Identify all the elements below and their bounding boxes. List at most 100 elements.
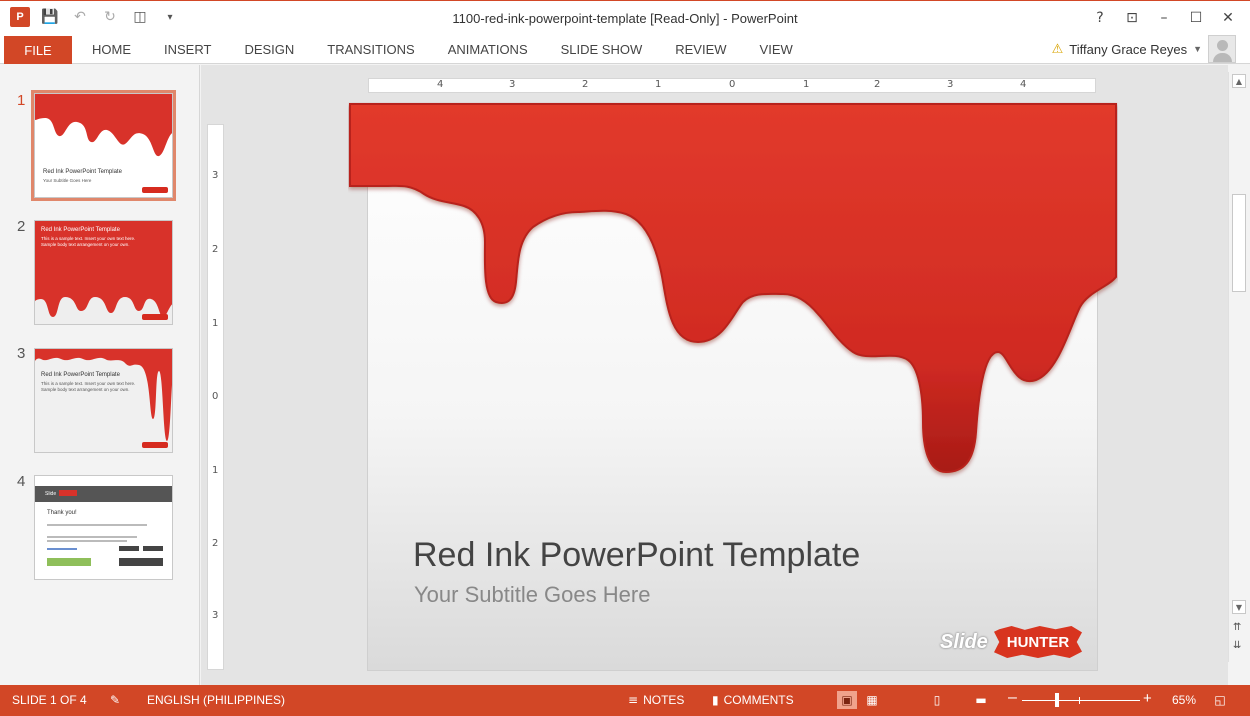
comment-icon: ▮	[712, 693, 719, 707]
ruler-label: 3	[509, 79, 516, 90]
current-slide[interactable]: Red Ink PowerPoint Template Your Subtitl…	[349, 103, 1117, 671]
window-title: 1100-red-ink-powerpoint-template [Read-O…	[452, 11, 798, 26]
tab-home[interactable]: HOME	[92, 42, 131, 57]
thumbnail-text-line	[47, 524, 147, 526]
user-name: Tiffany Grace Reyes	[1069, 41, 1188, 57]
scrollbar-thumb[interactable]	[1232, 194, 1246, 292]
vertical-ruler: 3 2 1 0 1 2 3	[207, 124, 224, 670]
ruler-label: 3	[212, 170, 219, 181]
zoom-level[interactable]: 65%	[1172, 693, 1196, 707]
thumbnail-slide-4[interactable]: Slide Thank you!	[34, 475, 173, 580]
slide-title[interactable]: Red Ink PowerPoint Template	[413, 536, 860, 575]
thumbnail-number: 1	[17, 92, 26, 109]
thumbnail-slide-1[interactable]: Red Ink PowerPoint Template Your Subtitl…	[31, 90, 176, 201]
tab-slide-show[interactable]: SLIDE SHOW	[561, 42, 643, 57]
user-account[interactable]: ⚠ Tiffany Grace Reyes ▼	[1052, 34, 1236, 64]
vertical-scrollbar[interactable]: ▲ ▼ ⇈ ⇊	[1228, 72, 1248, 662]
tab-transitions[interactable]: TRANSITIONS	[327, 42, 414, 57]
ruler-label: 4	[437, 79, 444, 90]
thumbnail-number: 2	[17, 218, 26, 235]
thumbnail-brand-logo	[59, 490, 77, 496]
avatar[interactable]	[1208, 35, 1236, 63]
ruler-label: 0	[212, 391, 219, 402]
ribbon: FILE HOME INSERT DESIGN TRANSITIONS ANIM…	[0, 34, 1250, 64]
thumbnail-body-line: Sample body text arrangement on your own…	[41, 242, 130, 247]
spell-check-icon[interactable]: ✎	[110, 693, 120, 707]
ruler-label: 2	[874, 79, 881, 90]
thumbnail-text-line	[47, 540, 127, 542]
notes-label: NOTES	[643, 693, 685, 707]
tab-file[interactable]: FILE	[4, 36, 72, 64]
ribbon-tabs: HOME INSERT DESIGN TRANSITIONS ANIMATION…	[92, 42, 826, 57]
ruler-label: 1	[655, 79, 662, 90]
zoom-slider-center-mark	[1079, 697, 1080, 704]
thumbnail-body-line: This is a sample text. Insert your own t…	[41, 381, 136, 386]
brand-hunter-badge: HUNTER	[994, 626, 1082, 658]
thumbnail-title: Red Ink PowerPoint Template	[43, 169, 122, 175]
warning-icon: ⚠	[1051, 41, 1064, 56]
thumbnail-body-line: This is a sample text. Insert your own t…	[41, 236, 136, 241]
slidehunter-logo: Slide HUNTER	[940, 624, 1088, 664]
close-button[interactable]: ✕	[1214, 6, 1242, 30]
help-button[interactable]: ?	[1086, 6, 1114, 30]
notes-button[interactable]: ≡ NOTES	[628, 693, 684, 707]
ink-drip-graphic	[35, 349, 172, 452]
previous-slide-icon[interactable]: ⇈	[1233, 622, 1241, 633]
thumbnail-title: Red Ink PowerPoint Template	[41, 372, 120, 378]
scroll-down-icon[interactable]: ▼	[1232, 600, 1246, 614]
title-bar: P 💾 ↶ ↻ ◫ ▾ 1100-red-ink-powerpoint-temp…	[0, 0, 1250, 34]
thumbnail-slide-3[interactable]: Red Ink PowerPoint Template This is a sa…	[34, 348, 173, 453]
tab-design[interactable]: DESIGN	[244, 42, 294, 57]
thumbnail-slide-2[interactable]: Red Ink PowerPoint Template This is a sa…	[34, 220, 173, 325]
ruler-label: 2	[582, 79, 589, 90]
ruler-label: 3	[947, 79, 954, 90]
zoom-in-button[interactable]: +	[1143, 690, 1152, 707]
thumbnail-subtitle: Your Subtitle Goes Here	[43, 178, 92, 183]
maximize-button[interactable]: ☐	[1182, 6, 1210, 30]
tab-insert[interactable]: INSERT	[164, 42, 211, 57]
thumbnail-text-line	[47, 536, 137, 538]
normal-view-icon[interactable]: ▣	[837, 691, 857, 709]
ruler-label: 1	[803, 79, 810, 90]
ruler-label: 1	[212, 465, 219, 476]
slide-counter: SLIDE 1 OF 4	[12, 693, 87, 707]
status-bar: SLIDE 1 OF 4 ✎ ENGLISH (PHILIPPINES) ≡ N…	[0, 685, 1250, 716]
zoom-out-button[interactable]: –	[1008, 689, 1017, 707]
minimize-button[interactable]: –	[1150, 6, 1178, 30]
scroll-up-icon[interactable]: ▲	[1232, 74, 1246, 88]
ruler-label: 4	[1020, 79, 1027, 90]
thumbnail-brand-logo	[142, 314, 168, 320]
chevron-down-icon: ▼	[1193, 44, 1202, 54]
ribbon-display-options-button[interactable]: ⊡	[1118, 6, 1146, 30]
slide-sorter-view-icon[interactable]: ▦	[862, 691, 882, 709]
thumbnail-button	[47, 558, 91, 566]
thumbnail-link	[47, 548, 77, 550]
ruler-label: 0	[729, 79, 736, 90]
horizontal-ruler: 4 3 2 1 0 1 2 3 4	[368, 78, 1096, 93]
zoom-slider-track[interactable]	[1022, 700, 1140, 701]
ruler-label: 3	[212, 610, 219, 621]
thumbnail-title: Red Ink PowerPoint Template	[41, 227, 120, 233]
fit-slide-to-window-icon[interactable]: ◱	[1210, 691, 1230, 709]
slide-show-view-icon[interactable]: ▬	[971, 691, 991, 709]
tab-review[interactable]: REVIEW	[675, 42, 726, 57]
zoom-slider-handle[interactable]	[1055, 693, 1059, 707]
slide-subtitle[interactable]: Your Subtitle Goes Here	[414, 582, 650, 608]
notes-icon: ≡	[628, 693, 639, 707]
thumbnail-brand: Slide	[45, 491, 57, 497]
ruler-label: 2	[212, 538, 219, 549]
tab-animations[interactable]: ANIMATIONS	[448, 42, 528, 57]
brand-slide-text: Slide	[940, 631, 988, 653]
thumbnail-title: Thank you!	[47, 510, 77, 516]
ruler-label: 1	[212, 318, 219, 329]
red-ink-drip-graphic	[349, 103, 1117, 474]
thumbnail-image	[143, 546, 163, 551]
reading-view-icon[interactable]: ▯	[927, 691, 947, 709]
thumbnail-number: 4	[17, 473, 26, 490]
thumbnail-brand-logo	[142, 187, 168, 193]
tab-view[interactable]: VIEW	[760, 42, 793, 57]
comments-button[interactable]: ▮ COMMENTS	[712, 693, 794, 707]
next-slide-icon[interactable]: ⇊	[1233, 640, 1241, 651]
language-indicator[interactable]: ENGLISH (PHILIPPINES)	[147, 693, 285, 707]
thumbnail-image	[119, 546, 139, 551]
